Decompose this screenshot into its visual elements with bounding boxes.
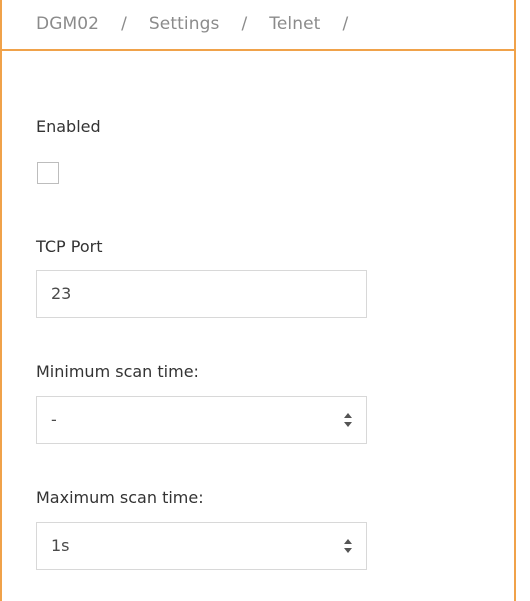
breadcrumb-separator: / (342, 14, 349, 34)
breadcrumb-item-device[interactable]: DGM02 (36, 14, 99, 34)
max-scan-time-select[interactable]: 1s (36, 522, 367, 570)
spinner-arrows-icon (344, 413, 352, 427)
tcp-port-input[interactable]: 23 (36, 270, 367, 318)
header-divider (2, 49, 514, 51)
settings-panel: DGM02/Settings / Telnet / Enabled TCP Port … (0, 0, 516, 601)
max-scan-time-label: Maximum scan time: (36, 488, 204, 507)
tcp-port-label: TCP Port (36, 237, 103, 256)
max-scan-time-value: 1s (51, 536, 70, 555)
enabled-checkbox[interactable] (37, 162, 59, 184)
min-scan-time-label: Minimum scan time: (36, 362, 199, 381)
spinner-arrows-icon (344, 539, 352, 553)
enabled-label: Enabled (36, 117, 101, 136)
breadcrumb-separator: / (121, 14, 127, 34)
breadcrumb-separator: / (241, 14, 248, 34)
tcp-port-value: 23 (51, 284, 72, 303)
breadcrumb-item-settings[interactable]: Settings (149, 14, 220, 34)
min-scan-time-value: - (51, 410, 57, 429)
breadcrumb-item-telnet[interactable]: Telnet (269, 14, 320, 34)
min-scan-time-select[interactable]: - (36, 396, 367, 444)
breadcrumb: DGM02 / Settings / Telnet / (36, 14, 370, 34)
